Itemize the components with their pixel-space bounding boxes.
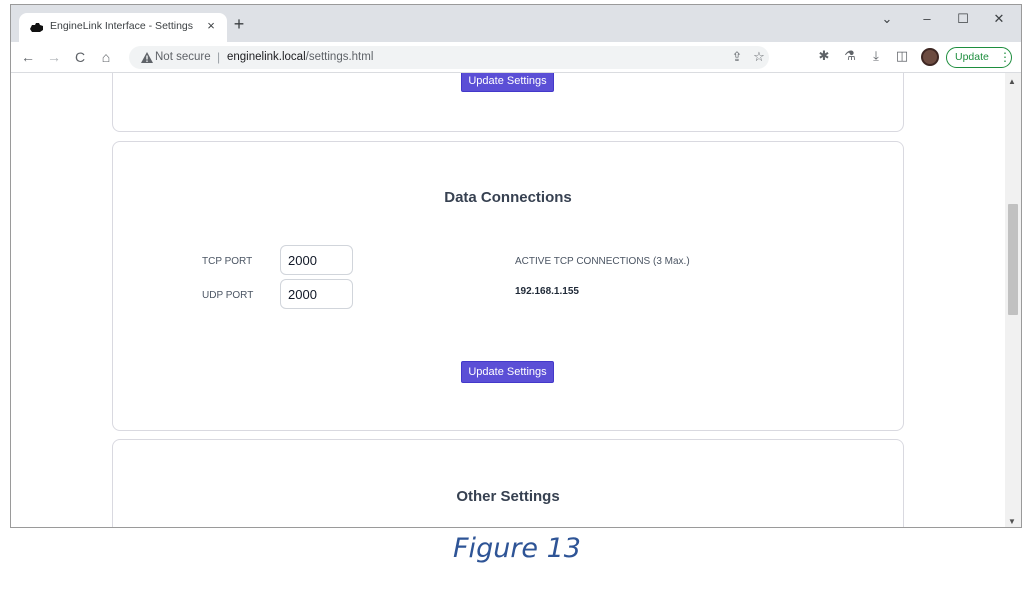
minimize-button[interactable]: – — [917, 11, 937, 26]
star-icon[interactable]: ☆ — [751, 49, 767, 65]
update-label: Update — [955, 51, 989, 63]
labs-icon[interactable]: ⚗ — [841, 48, 859, 64]
maximize-button[interactable]: ☐ — [953, 11, 973, 27]
share-icon[interactable]: ⇪ — [729, 49, 745, 65]
warning-icon — [141, 52, 153, 63]
scroll-up-arrow-icon[interactable]: ▲ — [1008, 77, 1016, 86]
url-separator: | — [217, 50, 221, 64]
figure-caption: Figure 13 — [453, 533, 581, 564]
update-settings-button-previous[interactable]: Update Settings — [461, 73, 554, 92]
tab-title: EngineLink Interface - Settings — [50, 20, 194, 32]
other-settings-heading: Other Settings — [456, 488, 560, 505]
update-settings-button[interactable]: Update Settings — [461, 361, 554, 383]
tcp-port-input[interactable]: 2000 — [280, 245, 353, 275]
new-tab-button[interactable]: + — [229, 15, 249, 33]
forward-button[interactable]: → — [45, 48, 63, 66]
url-path: /settings.html — [305, 51, 374, 63]
tab-close-icon[interactable]: × — [203, 18, 219, 33]
download-icon[interactable]: ⤓ — [867, 48, 885, 64]
scrollbar-thumb[interactable] — [1008, 204, 1018, 315]
active-connections-title: ACTIVE TCP CONNECTIONS (3 Max.) — [515, 256, 690, 267]
address-bar[interactable]: Not secure | enginelink.local/settings.h… — [129, 46, 769, 69]
url-text[interactable]: enginelink.local/settings.html — [227, 51, 373, 63]
security-status[interactable]: Not secure — [155, 51, 211, 63]
reload-button[interactable]: C — [71, 48, 89, 66]
home-button[interactable]: ⌂ — [97, 48, 115, 66]
tcp-port-label: TCP PORT — [202, 256, 253, 267]
udp-port-label: UDP PORT — [202, 290, 254, 301]
settings-card-previous: Update Settings — [112, 73, 904, 132]
menu-dots-icon[interactable]: ⋮ — [999, 50, 1011, 64]
url-host: enginelink.local — [227, 51, 306, 63]
data-connections-card: Data Connections TCP PORT 2000 UDP PORT … — [112, 141, 904, 431]
close-window-button[interactable]: ✕ — [989, 11, 1009, 27]
active-connection-item: 192.168.1.155 — [515, 286, 579, 297]
page-viewport: Update Settings Data Connections TCP POR… — [11, 73, 1005, 527]
tab-search-chevron-icon[interactable]: ⌄ — [877, 11, 897, 27]
data-connections-heading: Data Connections — [444, 189, 572, 206]
sidepanel-icon[interactable]: ◫ — [893, 48, 911, 64]
profile-avatar[interactable] — [921, 48, 939, 66]
update-button[interactable]: Update ⋮ — [946, 47, 1012, 68]
engine-favicon-icon — [30, 23, 43, 32]
tab-strip: EngineLink Interface - Settings × + ⌄ – … — [11, 5, 1021, 42]
udp-port-input[interactable]: 2000 — [280, 279, 353, 309]
browser-window: EngineLink Interface - Settings × + ⌄ – … — [10, 4, 1022, 528]
vertical-scrollbar[interactable]: ▲ ▼ — [1005, 73, 1021, 527]
back-button[interactable]: ← — [19, 48, 37, 66]
scroll-down-arrow-icon[interactable]: ▼ — [1008, 517, 1016, 526]
extensions-icon[interactable]: ✱ — [815, 48, 833, 64]
other-settings-card: Other Settings — [112, 439, 904, 527]
browser-toolbar: ← → C ⌂ Not secure | enginelink.local/se… — [11, 42, 1021, 73]
tab-settings[interactable]: EngineLink Interface - Settings × — [19, 13, 227, 42]
